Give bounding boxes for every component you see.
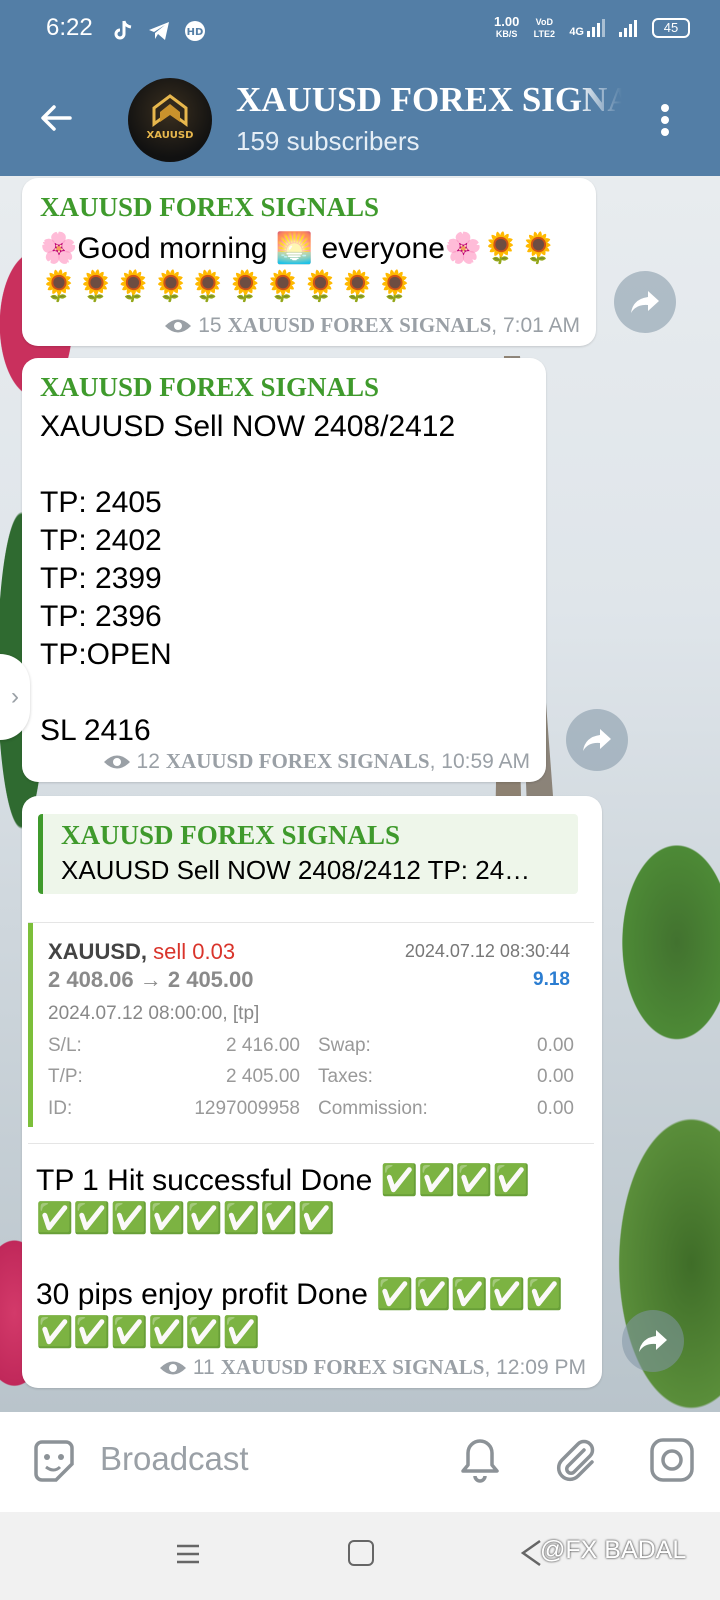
message-bubble[interactable]: XAUUSD FOREX SIGNALS XAUUSD Sell NOW 240… (22, 358, 546, 782)
sticker-button[interactable] (30, 1438, 78, 1486)
view-count: 12 (136, 749, 160, 773)
eye-icon (159, 1361, 186, 1374)
message-sender[interactable]: XAUUSD FOREX SIGNALS (40, 372, 379, 403)
more-menu-button[interactable] (660, 100, 670, 140)
message-text: TP 1 Hit successful Done ✅✅✅✅ ✅✅✅✅✅✅✅✅ 3… (36, 1164, 563, 1349)
volte-indicator: VoD LTE2 (533, 17, 555, 39)
clock: 6:22 (46, 14, 93, 41)
trade-accent-bar (28, 923, 33, 1127)
post-signature: XAUUSD FOREX SIGNALS (165, 749, 430, 773)
tiktok-icon (110, 18, 136, 44)
back-button[interactable] (36, 98, 76, 138)
share-icon (583, 729, 611, 751)
arrow-left-icon (41, 105, 72, 131)
hd-icon: HD (182, 18, 208, 44)
recent-apps-button[interactable] (174, 1540, 202, 1568)
network-type: 4G (569, 18, 606, 38)
trade-prices: 2 408.06 → 2 405.00 (48, 967, 254, 992)
share-icon (639, 1330, 667, 1352)
forward-button[interactable] (622, 1310, 684, 1372)
telegram-icon (146, 18, 172, 44)
instagram-camera-icon (650, 1438, 694, 1482)
message-bubble[interactable]: XAUUSD FOREX SIGNALS XAUUSD Sell NOW 240… (22, 796, 602, 1388)
post-signature: XAUUSD FOREX SIGNALS (227, 313, 492, 337)
chevron-right-icon: › (11, 683, 19, 710)
trade-open-info: 2024.07.12 08:00:00, [tp] (48, 1003, 260, 1024)
forward-button[interactable] (566, 709, 628, 771)
forward-button[interactable] (614, 271, 676, 333)
camera-button[interactable] (648, 1436, 696, 1484)
network-speed: 1.00 KB/S (494, 14, 520, 39)
more-vertical-icon (661, 104, 669, 136)
chat-header: XAUUSD XAUUSD FOREX SIGNALS 159 subscrib… (0, 62, 720, 176)
battery-indicator: 45 (652, 18, 690, 38)
notification-button[interactable] (458, 1436, 502, 1484)
trade-symbol: XAUUSD, sell 0.03 (48, 939, 236, 964)
eye-icon (103, 755, 130, 768)
sticker-icon (34, 1440, 74, 1482)
message-bubble[interactable]: XAUUSD FOREX SIGNALS 🌸Good morning 🌅 eve… (22, 178, 596, 346)
trade-screenshot[interactable]: XAUUSD, sell 0.03 2024.07.12 08:30:44 2 … (28, 922, 594, 1144)
trade-close-date: 2024.07.12 08:30:44 (404, 941, 570, 961)
view-count: 11 (192, 1355, 215, 1379)
broadcast-input[interactable]: Broadcast (100, 1440, 249, 1478)
reply-preview[interactable]: XAUUSD FOREX SIGNALS XAUUSD Sell NOW 240… (38, 814, 578, 894)
status-bar: 6:22 HD 1.00 KB/S VoD LTE2 4G 45 (0, 0, 720, 62)
notification-icons: HD (110, 18, 208, 44)
reply-text: XAUUSD Sell NOW 2408/2412 TP: 24… (61, 855, 531, 885)
eye-icon (165, 319, 192, 332)
svg-text:HD: HD (187, 27, 204, 38)
bell-icon (461, 1439, 499, 1483)
subscriber-count: 159 subscribers (236, 126, 420, 156)
message-meta: 12 XAUUSD FOREX SIGNALS, 10:59 AM (103, 749, 530, 774)
trade-profit: 9.18 (533, 969, 570, 990)
post-signature: XAUUSD FOREX SIGNALS (220, 1355, 485, 1379)
message-time: , 12:09 PM (484, 1355, 586, 1379)
system-indicators: 1.00 KB/S VoD LTE2 4G 45 (494, 14, 690, 40)
reply-sender: XAUUSD FOREX SIGNALS (61, 820, 401, 850)
message-time: , 10:59 AM (429, 749, 530, 773)
chat-area[interactable]: XAUUSD FOREX SIGNALS 🌸Good morning 🌅 eve… (0, 176, 720, 1412)
view-count: 15 (198, 313, 222, 337)
message-meta: 11 XAUUSD FOREX SIGNALS, 12:09 PM (159, 1355, 586, 1380)
message-text: XAUUSD Sell NOW 2408/2412 TP: 2405 TP: 2… (40, 410, 456, 747)
message-meta: 15 XAUUSD FOREX SIGNALS, 7:01 AM (164, 313, 580, 338)
broadcast-input-bar: Broadcast (0, 1412, 720, 1512)
message-time: , 7:01 AM (491, 313, 580, 337)
paperclip-icon (556, 1439, 595, 1482)
signal-icon (587, 19, 605, 37)
trade-side: sell 0.03 (147, 939, 236, 964)
logo-icon (152, 94, 188, 127)
signal-icon-2 (619, 20, 637, 37)
menu-icon (177, 1544, 199, 1564)
watermark: @FX BADAL (540, 1536, 687, 1564)
message-sender[interactable]: XAUUSD FOREX SIGNALS (40, 192, 379, 223)
system-nav-bar: @FX BADAL (0, 1512, 720, 1600)
attach-button[interactable] (552, 1436, 600, 1484)
channel-avatar[interactable]: XAUUSD (128, 78, 212, 162)
message-text: 🌸Good morning 🌅 everyone🌸🌻🌻 🌻🌻🌻🌻🌻🌻🌻🌻🌻🌻 (40, 232, 557, 303)
home-button[interactable] (348, 1540, 374, 1566)
share-icon (631, 291, 659, 313)
channel-title[interactable]: XAUUSD FOREX SIGNALS (236, 80, 622, 120)
